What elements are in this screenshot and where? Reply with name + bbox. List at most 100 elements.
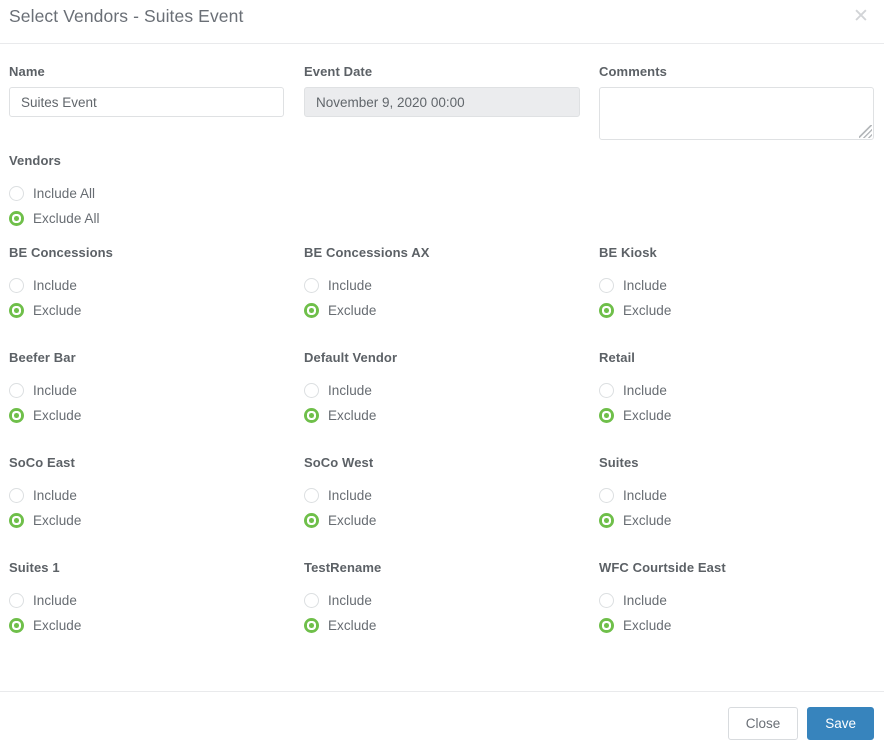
radio-icon-selected[interactable] xyxy=(304,618,319,633)
radio-include[interactable]: Include xyxy=(9,273,113,298)
radio-icon[interactable] xyxy=(599,488,614,503)
vendor-cell: SoCo East Include Exclude xyxy=(9,455,81,533)
top-form-row: Name Event Date Comments xyxy=(0,45,884,140)
radio-icon[interactable] xyxy=(304,383,319,398)
radio-icon-selected[interactable] xyxy=(599,618,614,633)
radio-include[interactable]: Include xyxy=(304,483,376,508)
radio-icon[interactable] xyxy=(9,278,24,293)
radio-icon[interactable] xyxy=(304,488,319,503)
vendor-cell: WFC Courtside EastIncludeExclude xyxy=(599,560,726,638)
radio-include-all[interactable]: Include All xyxy=(9,181,100,206)
radio-icon-selected[interactable] xyxy=(599,513,614,528)
radio-exclude[interactable]: Exclude xyxy=(599,613,726,638)
radio-exclude[interactable]: Exclude xyxy=(9,298,113,323)
radio-label: Exclude xyxy=(33,513,81,528)
radio-exclude[interactable]: Exclude xyxy=(9,508,81,533)
vendor-cell: TestRename Include Exclude xyxy=(304,560,381,638)
radio-include[interactable]: Include xyxy=(599,483,671,508)
radio-label: Include xyxy=(33,278,77,293)
modal-footer: Close Save xyxy=(0,691,884,754)
radio-label: Include xyxy=(33,593,77,608)
radio-icon-selected[interactable] xyxy=(599,303,614,318)
comments-textarea[interactable] xyxy=(599,87,874,140)
save-button[interactable]: Save xyxy=(807,707,874,740)
radio-exclude[interactable]: Exclude xyxy=(599,403,671,428)
radio-icon-selected[interactable] xyxy=(9,618,24,633)
event-date-input[interactable] xyxy=(304,87,580,117)
vendor-name-label: TestRename xyxy=(304,560,381,575)
radio-include[interactable]: Include xyxy=(9,483,81,508)
vendor-name-label: SoCo East xyxy=(9,455,81,470)
vendor-row: Beefer BarIncludeExcludeDefault VendorIn… xyxy=(0,350,884,455)
name-field-group: Name xyxy=(9,45,294,117)
radio-exclude[interactable]: Exclude xyxy=(304,298,429,323)
radio-icon[interactable] xyxy=(599,593,614,608)
radio-exclude[interactable]: Exclude xyxy=(304,613,381,638)
event-date-field-group: Event Date xyxy=(304,45,589,117)
radio-include[interactable]: Include xyxy=(599,378,671,403)
page-title: Select Vendors - Suites Event xyxy=(9,6,243,27)
radio-label: Include xyxy=(33,383,77,398)
radio-icon[interactable] xyxy=(9,593,24,608)
radio-exclude[interactable]: Exclude xyxy=(599,508,671,533)
radio-icon-selected[interactable] xyxy=(304,303,319,318)
radio-include[interactable]: Include xyxy=(9,588,81,613)
radio-icon[interactable] xyxy=(9,383,24,398)
comments-label: Comments xyxy=(599,64,875,79)
radio-label: Include xyxy=(328,383,372,398)
radio-icon[interactable] xyxy=(304,593,319,608)
radio-icon-selected[interactable] xyxy=(9,408,24,423)
radio-icon[interactable] xyxy=(9,186,24,201)
radio-icon-selected[interactable] xyxy=(9,513,24,528)
vendor-cell: Retail Include Exclude xyxy=(599,350,671,428)
radio-exclude[interactable]: Exclude xyxy=(9,403,81,428)
radio-include[interactable]: Include xyxy=(304,588,381,613)
radio-label: Include xyxy=(623,593,667,608)
radio-include[interactable]: Include xyxy=(304,378,397,403)
radio-include[interactable]: Include xyxy=(599,588,726,613)
vendor-name-label: Suites 1 xyxy=(9,560,81,575)
radio-icon-selected[interactable] xyxy=(304,408,319,423)
radio-label: Exclude xyxy=(623,303,671,318)
radio-label: Exclude xyxy=(623,513,671,528)
vendor-cell: SuitesIncludeExclude xyxy=(599,455,671,533)
radio-label: Exclude All xyxy=(33,211,100,226)
close-button[interactable]: Close xyxy=(728,707,799,740)
vendor-name-label: BE Kiosk xyxy=(599,245,671,260)
radio-exclude[interactable]: Exclude xyxy=(9,613,81,638)
radio-icon[interactable] xyxy=(599,278,614,293)
radio-icon[interactable] xyxy=(599,383,614,398)
radio-include[interactable]: Include xyxy=(9,378,81,403)
radio-label: Exclude xyxy=(33,408,81,423)
radio-icon[interactable] xyxy=(9,488,24,503)
radio-exclude[interactable]: Exclude xyxy=(599,298,671,323)
vendor-cell: BE Kiosk Include Exclude xyxy=(599,245,671,323)
radio-label: Include All xyxy=(33,186,95,201)
radio-icon-selected[interactable] xyxy=(9,303,24,318)
radio-exclude[interactable]: Exclude xyxy=(304,403,397,428)
radio-icon-selected[interactable] xyxy=(599,408,614,423)
vendors-label: Vendors xyxy=(9,153,100,168)
radio-label: Include xyxy=(328,278,372,293)
radio-exclude-all[interactable]: Exclude All xyxy=(9,206,100,231)
radio-exclude[interactable]: Exclude xyxy=(304,508,376,533)
radio-icon[interactable] xyxy=(304,278,319,293)
radio-label: Include xyxy=(328,488,372,503)
name-input[interactable] xyxy=(9,87,284,117)
radio-icon-selected[interactable] xyxy=(9,211,24,226)
radio-include[interactable]: Include xyxy=(304,273,429,298)
radio-label: Include xyxy=(623,383,667,398)
radio-label: Include xyxy=(328,593,372,608)
modal-body: Name Event Date Comments Vendors Include… xyxy=(0,45,884,691)
vendor-cell: SoCo WestIncludeExclude xyxy=(304,455,376,533)
vendor-row: Suites 1 Include Exclude TestRename Include E… xyxy=(0,560,884,665)
vendor-row: SoCo EastIncludeExcludeSoCo WestIncludeE… xyxy=(0,455,884,560)
radio-icon-selected[interactable] xyxy=(304,513,319,528)
vendors-master-group: Vendors Include All Exclude All xyxy=(9,153,100,231)
radio-label: Exclude xyxy=(328,513,376,528)
radio-include[interactable]: Include xyxy=(599,273,671,298)
close-icon[interactable]: ✕ xyxy=(848,4,874,30)
comments-field-group: Comments xyxy=(599,45,875,140)
vendor-cell: BE Concessions AXIncludeExclude xyxy=(304,245,429,323)
vendor-name-label: Retail xyxy=(599,350,671,365)
